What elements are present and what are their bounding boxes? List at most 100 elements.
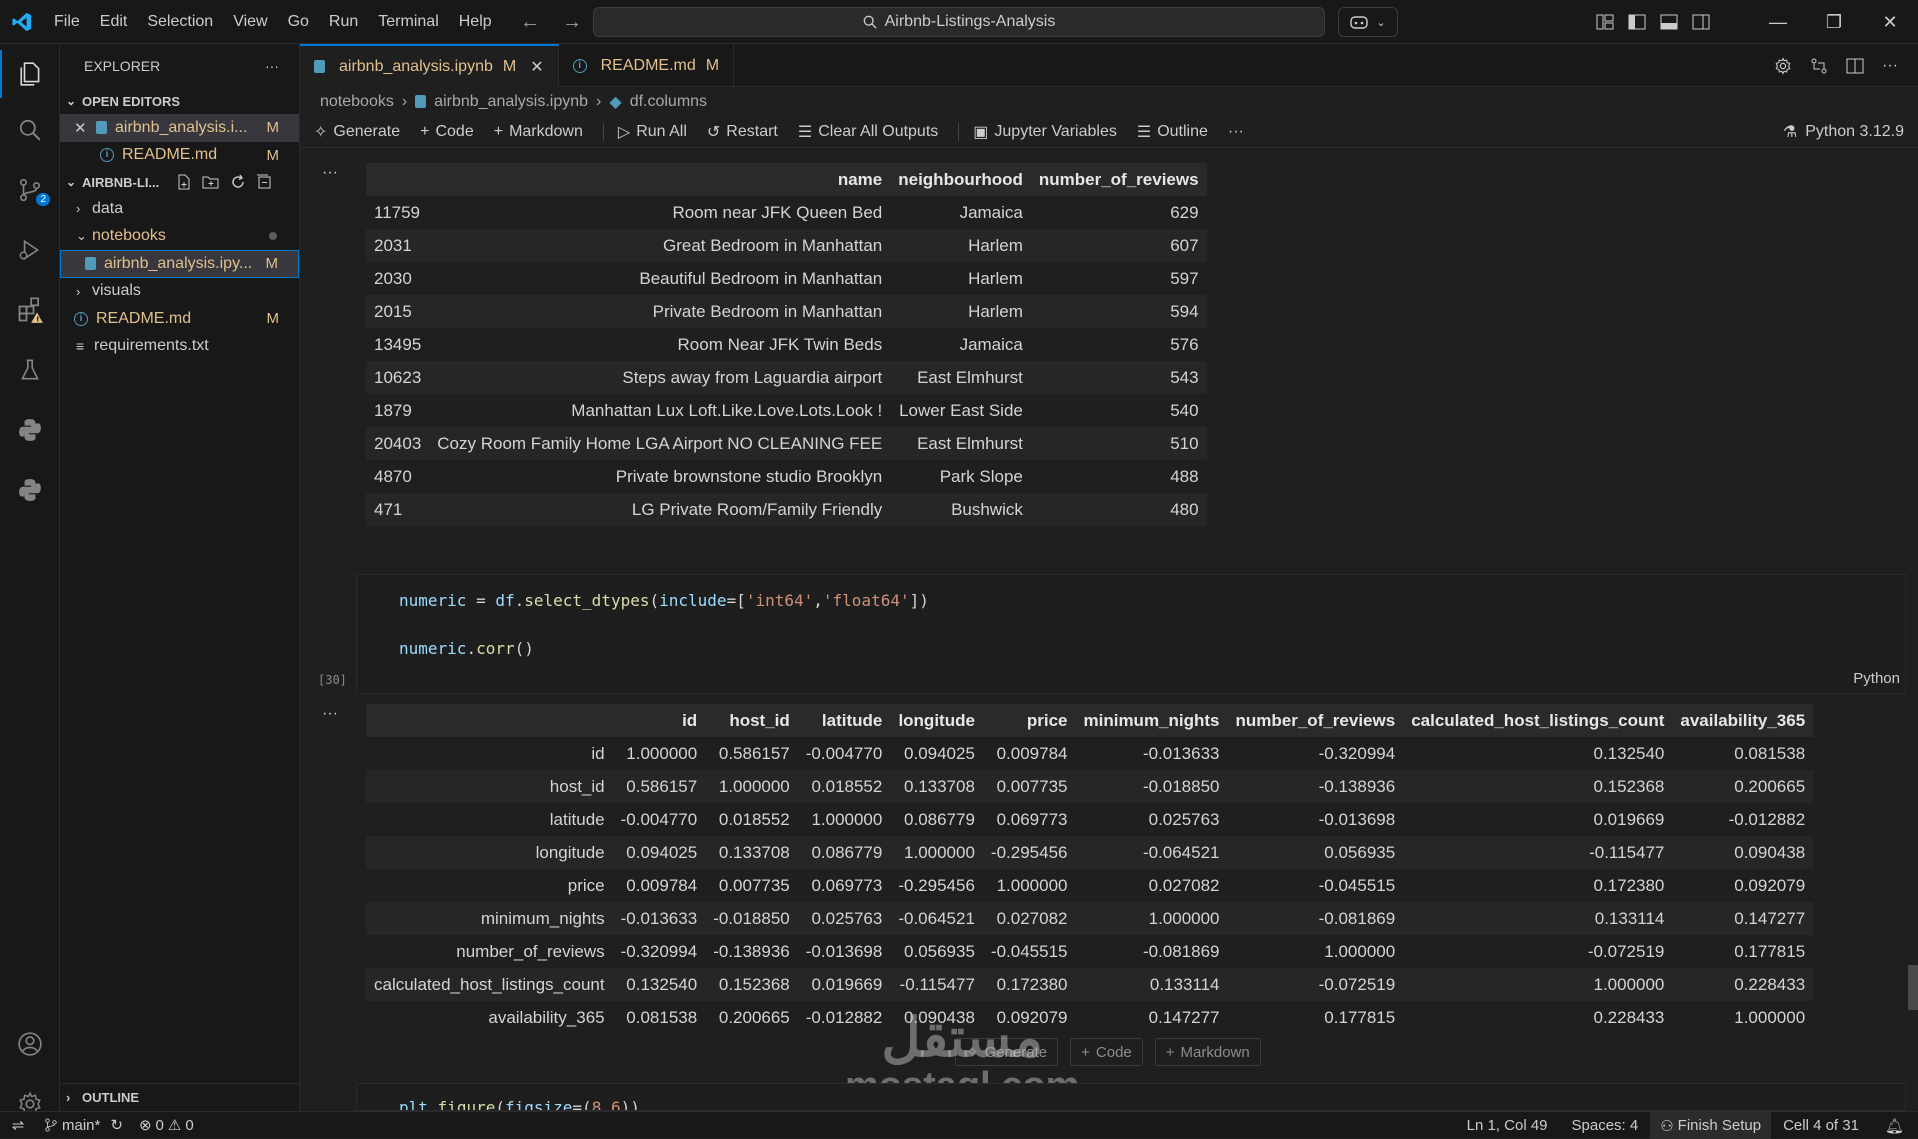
python-icon[interactable] <box>0 406 60 454</box>
output-more-icon[interactable]: ··· <box>322 705 338 723</box>
split-editor-icon[interactable] <box>1846 57 1864 75</box>
restore-icon[interactable]: ❐ <box>1806 12 1862 33</box>
table-cell: 597 <box>1170 268 1199 288</box>
finish-setup-button[interactable]: ⚇ Finish Setup <box>1650 1112 1772 1139</box>
tree-item-visuals[interactable]: › visuals <box>60 278 299 306</box>
breadcrumb-symbol[interactable]: df.columns <box>630 93 707 111</box>
cell-language[interactable]: Python <box>1853 670 1900 687</box>
jupyter-variables-button[interactable]: ▣ Jupyter Variables <box>973 122 1117 142</box>
tree-item-notebooks[interactable]: ⌄ notebooks <box>60 223 299 251</box>
breadcrumb-folder[interactable]: notebooks <box>320 93 394 111</box>
table-cell: 0.133114 <box>1075 968 1228 1001</box>
notebook-toolbar: ✧ Generate + Code + Markdown ▷ Run All ↺ Rest… <box>300 116 1918 148</box>
menu-selection[interactable]: Selection <box>137 13 223 31</box>
clear-outputs-button[interactable]: ☰ Clear All Outputs <box>798 122 938 142</box>
tree-item-readme[interactable]: i README.md M <box>60 305 299 333</box>
breadcrumb: notebooks › airbnb_analysis.ipynb › ◆ df… <box>300 87 1918 116</box>
menu-go[interactable]: Go <box>278 13 319 31</box>
generate-button[interactable]: ✧ Generate <box>314 122 400 142</box>
toolbar-more-button[interactable]: ··· <box>1228 123 1244 141</box>
tab-readme[interactable]: i README.md M <box>559 44 735 87</box>
more-actions-icon[interactable]: ··· <box>1882 57 1898 75</box>
editor-actions: ··· <box>1774 44 1898 87</box>
remote-indicator[interactable]: ⇌ <box>0 1116 36 1134</box>
open-editor-readme[interactable]: i README.md M <box>60 142 299 170</box>
kernel-picker[interactable]: ⚗ Python 3.12.9 <box>1783 116 1904 148</box>
menu-help[interactable]: Help <box>449 13 502 31</box>
code-token: , <box>813 591 823 610</box>
customize-layout-icon[interactable] <box>1596 14 1614 30</box>
command-center[interactable]: Airbnb-Listings-Analysis <box>593 7 1325 37</box>
add-markdown-cell-button[interactable]: + Markdown <box>494 123 583 141</box>
back-arrow-icon[interactable]: ← <box>520 11 540 34</box>
table-cell: Lower East Side <box>899 400 1023 420</box>
collapse-all-icon[interactable] <box>256 174 272 190</box>
source-control-icon[interactable]: 2 <box>0 166 60 214</box>
breadcrumb-file[interactable]: airbnb_analysis.ipynb <box>434 93 588 111</box>
plus-icon: + <box>1165 1043 1175 1061</box>
toggle-primary-sidebar-icon[interactable] <box>1628 14 1646 30</box>
menu-file[interactable]: File <box>44 13 90 31</box>
chevron-right-icon: › <box>66 1090 71 1105</box>
insert-markdown-button[interactable]: + Markdown <box>1154 1038 1261 1066</box>
editor-scrollbar[interactable] <box>1908 965 1918 1010</box>
output-more-icon[interactable]: ··· <box>322 164 338 182</box>
menu-edit[interactable]: Edit <box>90 13 138 31</box>
modified-badge: M <box>265 255 279 273</box>
add-code-cell-button[interactable]: + Code <box>420 123 474 141</box>
compare-changes-icon[interactable] <box>1810 57 1828 75</box>
explorer-icon[interactable] <box>0 50 60 98</box>
more-actions-icon[interactable]: ··· <box>265 58 279 74</box>
tree-item-requirements[interactable]: ≡ requirements.txt <box>60 333 299 361</box>
close-editor-icon[interactable]: ✕ <box>74 119 96 137</box>
toggle-secondary-sidebar-icon[interactable] <box>1692 14 1710 30</box>
forward-arrow-icon[interactable]: → <box>562 11 582 34</box>
code-cell-figure[interactable]: plt.figure(figsize=(8,6)) <box>356 1083 1906 1111</box>
new-folder-icon[interactable] <box>202 174 220 190</box>
tree-item-data-label: data <box>92 199 124 217</box>
table-header-row: name neighbourhood number_of_reviews <box>366 163 1207 196</box>
code-cell-corr[interactable]: numeric = df.select_dtypes(include=['int… <box>356 574 1906 694</box>
outline-section[interactable]: › OUTLINE <box>60 1083 300 1111</box>
close-tab-icon[interactable]: ✕ <box>530 57 543 77</box>
notifications-bell-icon[interactable]: 🔔︎ <box>1871 1117 1918 1135</box>
gear-icon[interactable] <box>1774 56 1792 75</box>
search-icon[interactable] <box>0 106 60 154</box>
accounts-icon[interactable] <box>0 1020 60 1068</box>
tab-notebook[interactable]: airbnb_analysis.ipynb M ✕ <box>300 44 559 87</box>
minimize-icon[interactable]: — <box>1750 12 1806 33</box>
tree-item-data[interactable]: › data <box>60 195 299 223</box>
table-cell: 1.000000 <box>1324 941 1396 961</box>
problems-indicator[interactable]: ⊗ 0 ⚠ 0 <box>131 1116 202 1135</box>
notebook-file-icon <box>96 121 107 135</box>
toggle-panel-icon[interactable] <box>1660 14 1678 30</box>
open-editors-section[interactable]: ⌄ OPEN EDITORS <box>60 88 299 114</box>
new-file-icon[interactable] <box>176 174 192 190</box>
outline-button[interactable]: ☰ Outline <box>1137 122 1208 142</box>
indentation[interactable]: Spaces: 4 <box>1560 1117 1651 1134</box>
menu-view[interactable]: View <box>223 13 277 31</box>
close-window-icon[interactable]: ✕ <box>1862 12 1918 33</box>
table-cell: 0.007735 <box>982 770 1076 803</box>
insert-code-button[interactable]: + Code <box>1070 1038 1143 1066</box>
refresh-icon[interactable] <box>230 174 246 190</box>
branch-indicator[interactable]: main* ↻ <box>36 1116 131 1134</box>
extensions-icon[interactable]: ! <box>0 286 60 334</box>
project-label: AIRBNB-LI... <box>82 174 160 190</box>
restart-button[interactable]: ↺ Restart <box>707 122 778 142</box>
column-header: availability_365 <box>1672 704 1814 737</box>
cell-indicator[interactable]: Cell 4 of 31 <box>1771 1117 1871 1134</box>
tree-item-notebook-file[interactable]: airbnb_analysis.ipy... M <box>60 250 299 278</box>
run-all-button[interactable]: ▷ Run All <box>618 122 687 142</box>
project-section[interactable]: ⌄ AIRBNB-LI... <box>60 169 299 195</box>
open-editor-notebook[interactable]: ✕ airbnb_analysis.i... M <box>60 114 299 142</box>
table-cell: -0.320994 <box>1318 743 1396 763</box>
run-debug-icon[interactable] <box>0 226 60 274</box>
menu-terminal[interactable]: Terminal <box>368 13 448 31</box>
testing-icon[interactable] <box>0 346 60 394</box>
cursor-position[interactable]: Ln 1, Col 49 <box>1455 1117 1560 1134</box>
menu-run[interactable]: Run <box>319 13 368 31</box>
table-cell: Great Bedroom in Manhattan <box>429 229 891 262</box>
copilot-button[interactable]: ⌄ <box>1338 7 1398 37</box>
python-environments-icon[interactable] <box>0 466 60 514</box>
